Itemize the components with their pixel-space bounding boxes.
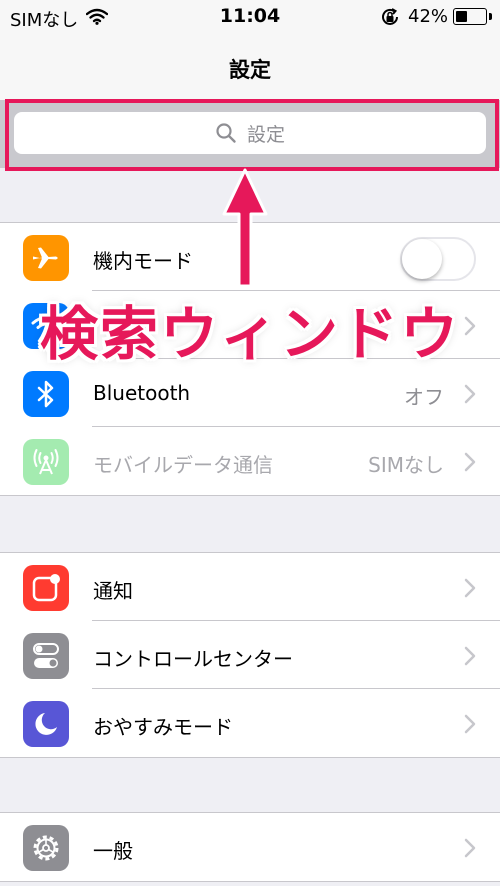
settings-row-label: おやすみモード xyxy=(93,715,233,739)
chevron-right-icon xyxy=(464,646,476,666)
settings-row-control-center[interactable]: コントロールセンター xyxy=(0,621,500,689)
chevron-right-icon xyxy=(464,452,476,472)
cellular-antenna-icon xyxy=(23,439,69,485)
mobile-data-status-value: SIMなし xyxy=(368,453,444,477)
battery-icon xyxy=(453,8,487,25)
gear-icon xyxy=(23,825,69,871)
settings-group-notifications: 通知 コントロールセンター おやすみモード xyxy=(0,552,500,758)
chevron-right-icon xyxy=(464,838,476,858)
rotation-lock-icon xyxy=(379,6,401,32)
settings-row-notifications[interactable]: 通知 xyxy=(0,553,500,621)
bluetooth-status-value: オフ xyxy=(404,385,444,409)
settings-row-label: コントロールセンター xyxy=(93,647,293,671)
settings-row-label: モバイルデータ通信 xyxy=(93,453,273,477)
settings-row-label: 一般 xyxy=(93,839,133,863)
battery-tip xyxy=(489,13,492,20)
settings-row-general[interactable]: 一般 xyxy=(0,813,500,881)
control-center-icon xyxy=(23,633,69,679)
annotation-label: 検索ウィンドウ xyxy=(40,300,461,368)
settings-group-general: 一般 xyxy=(0,812,500,882)
search-highlight-box xyxy=(5,99,499,171)
status-bar: SIMなし 11:04 42% xyxy=(0,0,500,36)
moon-icon xyxy=(23,701,69,747)
settings-row-do-not-disturb[interactable]: おやすみモード xyxy=(0,689,500,757)
battery-percent: 42% xyxy=(408,6,449,27)
chevron-right-icon xyxy=(464,316,476,336)
chevron-right-icon xyxy=(464,578,476,598)
settings-row-label: 通知 xyxy=(93,579,133,603)
airplane-icon xyxy=(23,235,69,281)
bluetooth-icon xyxy=(23,371,69,417)
notifications-icon xyxy=(23,565,69,611)
settings-row-mobile-data[interactable]: モバイルデータ通信 SIMなし xyxy=(0,427,500,495)
chevron-right-icon xyxy=(464,714,476,734)
navigation-bar: 設定 xyxy=(0,36,500,100)
airplane-mode-toggle[interactable] xyxy=(400,237,476,281)
settings-row-label: Bluetooth xyxy=(93,381,191,405)
annotation-arrow-icon xyxy=(222,168,268,288)
settings-row-label: 機内モード xyxy=(93,249,193,273)
battery-level-fill xyxy=(456,11,467,22)
page-title: 設定 xyxy=(229,58,271,82)
chevron-right-icon xyxy=(464,384,476,404)
toggle-knob xyxy=(402,239,442,279)
